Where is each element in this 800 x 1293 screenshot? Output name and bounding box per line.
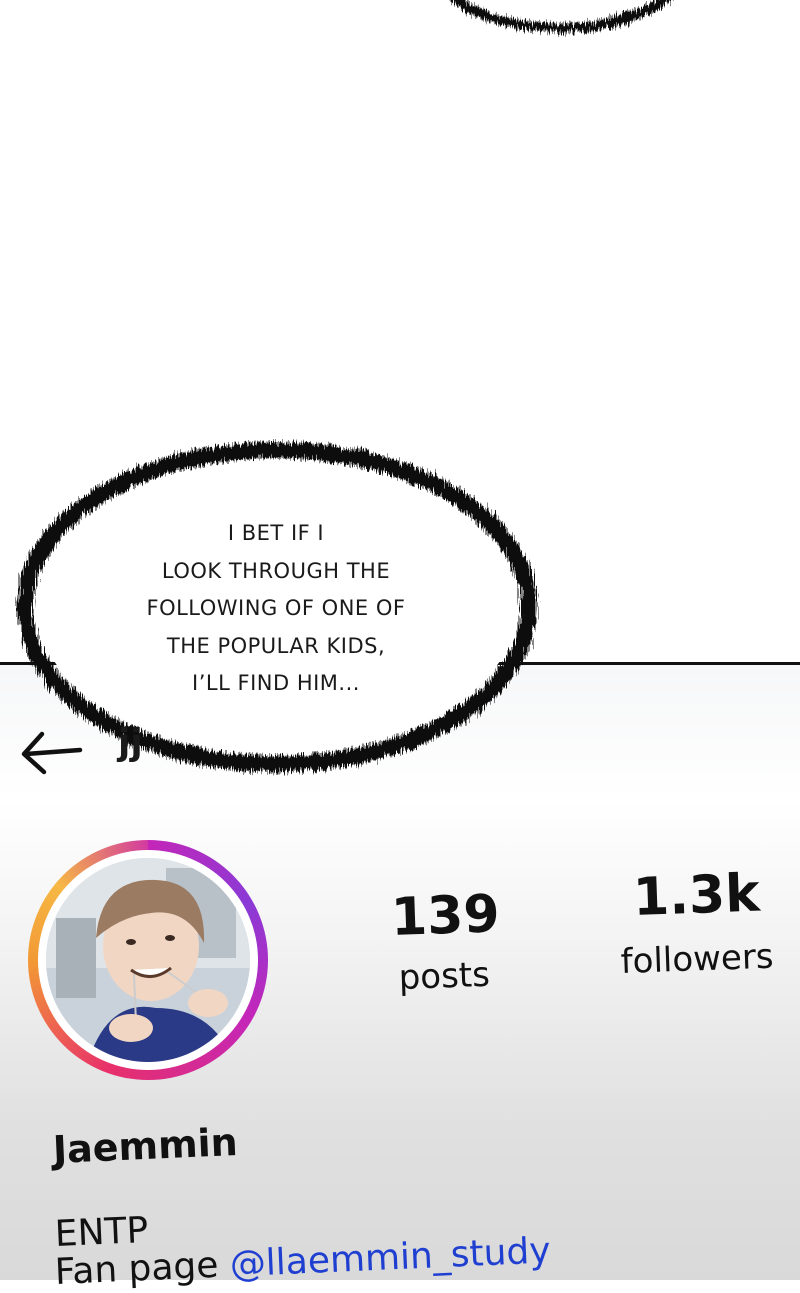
- posts-count: 139: [390, 884, 501, 948]
- profile-name: Jaemmin: [52, 1119, 239, 1172]
- bubble-line: THE POPULAR KIDS,: [166, 633, 386, 658]
- bio-prefix: Fan page: [54, 1244, 220, 1293]
- bubble-line: LOOK THROUGH THE: [161, 558, 391, 583]
- followers-count: 1.3k: [632, 863, 761, 928]
- profile-photo-icon: [46, 858, 250, 1062]
- avatar[interactable]: [46, 858, 250, 1062]
- bubble-line: I’LL FIND HIM...: [192, 671, 360, 695]
- bubble-line: I BET IF I: [227, 521, 325, 545]
- speech-bubble-text: I BET IF I LOOK THROUGH THE FOLLOWING OF…: [96, 515, 456, 703]
- arrow-left-icon[interactable]: [20, 728, 86, 776]
- bubble-line: FOLLOWING OF ONE OF: [146, 596, 406, 620]
- header-username: jj: [118, 722, 143, 763]
- posts-label[interactable]: posts: [398, 955, 490, 998]
- followers-label[interactable]: followers: [620, 937, 774, 982]
